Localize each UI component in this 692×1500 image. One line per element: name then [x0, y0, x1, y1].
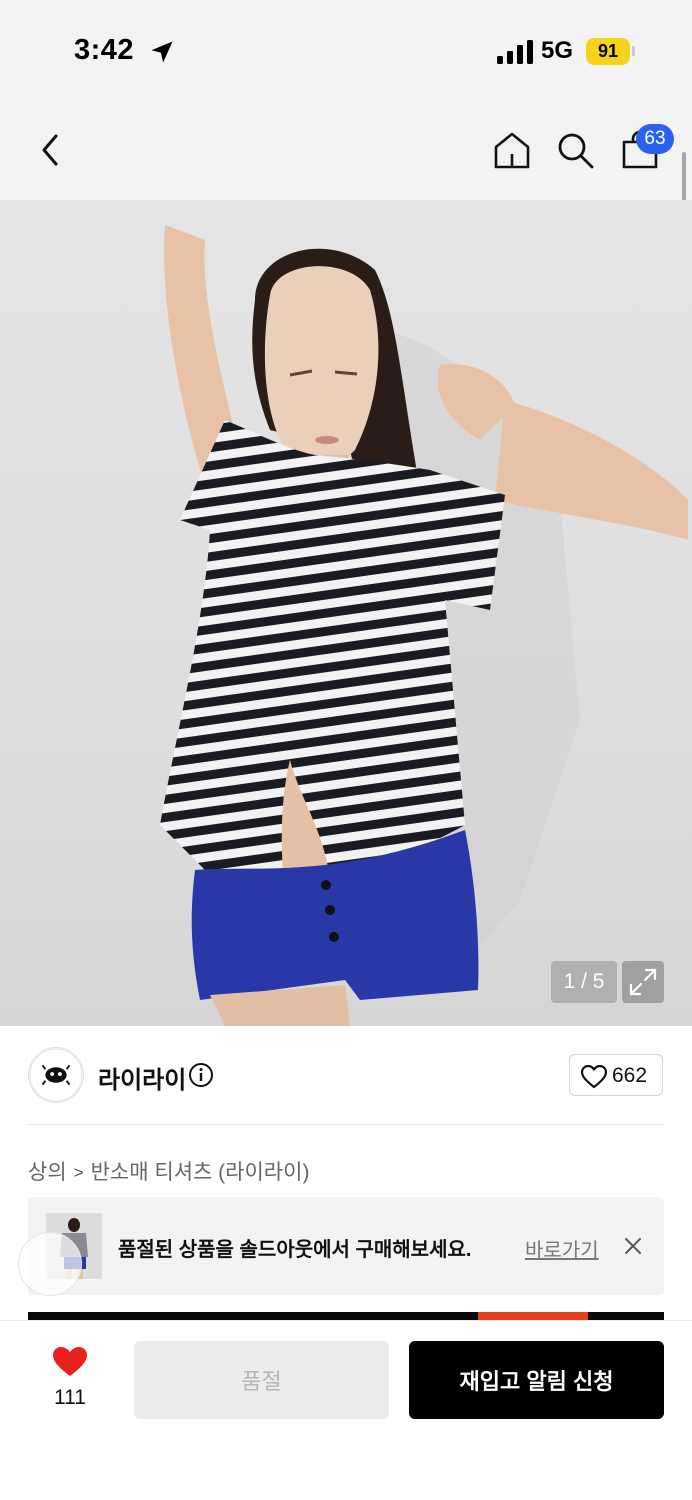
heart-filled-icon[interactable]	[52, 1346, 88, 1378]
chevron-left-icon[interactable]	[32, 130, 68, 170]
brand-like-count: 662	[612, 1064, 648, 1087]
wish-count: 111	[54, 1386, 86, 1409]
info-icon[interactable]	[188, 1062, 214, 1088]
signal-bars-icon	[497, 40, 533, 64]
restock-alert-button[interactable]: 재입고 알림 신청	[409, 1341, 664, 1419]
breadcrumb: 상의 > 반소매 티셔츠 (라이라이)	[28, 1156, 309, 1186]
banner-go-link[interactable]: 바로가기	[525, 1234, 599, 1263]
status-time: 3:42	[74, 34, 135, 66]
brand-name[interactable]: 라이라이	[98, 1060, 186, 1095]
expand-icon[interactable]	[622, 961, 664, 1003]
brand-logo[interactable]	[28, 1047, 84, 1103]
battery-cap	[632, 46, 635, 56]
image-counter: 1 / 5	[551, 961, 617, 1003]
product-image[interactable]	[0, 200, 692, 1026]
floating-scroll-button[interactable]	[18, 1232, 82, 1296]
model-photo	[160, 225, 688, 1026]
battery-level: 91	[586, 38, 630, 65]
home-icon[interactable]	[492, 130, 532, 170]
banner-message: 품절된 상품을 솔드아웃에서 구매해보세요.	[118, 1239, 472, 1261]
soldout-banner: 품절된 상품을 솔드아웃에서 구매해보세요. 바로가기	[28, 1197, 664, 1295]
soldout-button: 품절	[134, 1341, 389, 1419]
cart-count-badge: 63	[636, 124, 674, 154]
status-bar: 3:42 5G 91	[0, 0, 692, 100]
location-arrow-icon	[151, 41, 173, 63]
brand-like-button[interactable]: 662	[569, 1054, 663, 1096]
top-nav-bar	[0, 100, 692, 200]
heart-outline-icon	[581, 1065, 607, 1089]
search-icon[interactable]	[555, 130, 595, 170]
breadcrumb-separator: >	[73, 1163, 84, 1182]
breadcrumb-category[interactable]: 상의	[28, 1161, 67, 1184]
close-icon[interactable]	[622, 1235, 644, 1257]
breadcrumb-subcategory[interactable]: 반소매 티셔츠 (라이라이)	[91, 1161, 310, 1184]
network-type: 5G	[541, 37, 574, 64]
divider	[28, 1124, 664, 1125]
